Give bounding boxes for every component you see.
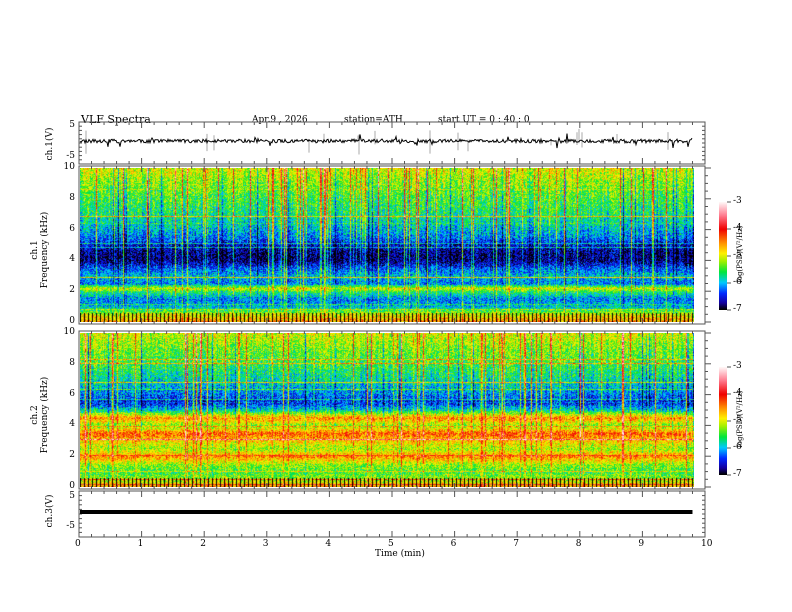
cb1-tick-label: -7: [733, 304, 742, 314]
spec1-ytick-label: 6: [69, 223, 75, 234]
ch1-ylabel: ch.1(V): [45, 127, 55, 161]
x-tick-label: 5: [388, 539, 394, 549]
ch1-frame: [78, 121, 706, 165]
spec2-ytick-label: 8: [69, 357, 75, 368]
x-tick-label: 2: [200, 539, 206, 549]
x-tick-label: 6: [450, 539, 457, 549]
cb2-tick-label: -4: [733, 388, 742, 398]
spec1-ylabel-line2: Frequency (kHz): [40, 211, 50, 289]
ch3-ylabel: ch.3(V): [45, 494, 55, 528]
spec1-ytick-label: 4: [69, 254, 75, 265]
spec2-ytick-label: 2: [69, 450, 75, 461]
spec2-ylabel: ch.2 Frequency (kHz): [30, 365, 50, 465]
ch3-ytick-label: 5: [69, 491, 75, 501]
spec2-ylabel-line2: Frequency (kHz): [40, 376, 50, 454]
spec1-ytick-label: 0: [69, 316, 75, 326]
cb2-tick-label: -7: [733, 469, 742, 479]
spec1-ytick-label: 8: [69, 192, 75, 203]
x-tick-label: 8: [575, 539, 582, 549]
cb1-tick-label: -5: [733, 250, 742, 260]
spec2-frame: [78, 330, 706, 490]
cb2-tick-label: -5: [733, 415, 742, 425]
spec2-ylabel-line1: ch.2: [30, 405, 40, 425]
ch1-ytick-label: 5: [69, 120, 75, 130]
spec1-frame: [78, 165, 706, 325]
ch1-ytick-label: -5: [66, 151, 75, 161]
spec1-ylabel-line1: ch.1: [30, 240, 40, 260]
cb2-tick-label: -6: [733, 442, 742, 452]
spec2-ytick-label: 4: [69, 419, 75, 430]
cb1-tick-label: -4: [733, 223, 742, 233]
x-tick-label: 0: [75, 539, 81, 549]
x-tick-label: 3: [262, 539, 269, 549]
x-tick-label: 10: [701, 539, 713, 549]
cb1-tick-label: -3: [733, 196, 742, 206]
x-tick-label: 1: [137, 539, 144, 549]
x-tick-label: 4: [325, 539, 332, 549]
spec1-ytick-label: 2: [69, 285, 75, 296]
spec1-ylabel: ch.1 Frequency (kHz): [30, 200, 50, 300]
spec2-ytick-label: 0: [69, 481, 75, 491]
spec2-ytick-label: 6: [69, 388, 75, 399]
cb2-tick-label: -3: [733, 361, 742, 371]
ch3-ytick-label: -5: [66, 521, 75, 531]
spec2-ytick-label: 10: [63, 327, 75, 337]
x-tick-label: 9: [638, 539, 645, 549]
spec1-ytick-label: 10: [63, 162, 75, 172]
ch1-signal-line: [79, 133, 693, 149]
x-axis-label: Time (min): [375, 549, 425, 559]
cb1-tick-label: -6: [733, 277, 742, 287]
vlf-spectra-figure: VLF Spectra Apr.9 , 2026 station=ATH sta…: [0, 0, 792, 612]
axes-overlay: [78, 121, 731, 538]
x-tick-label: 7: [513, 539, 519, 549]
